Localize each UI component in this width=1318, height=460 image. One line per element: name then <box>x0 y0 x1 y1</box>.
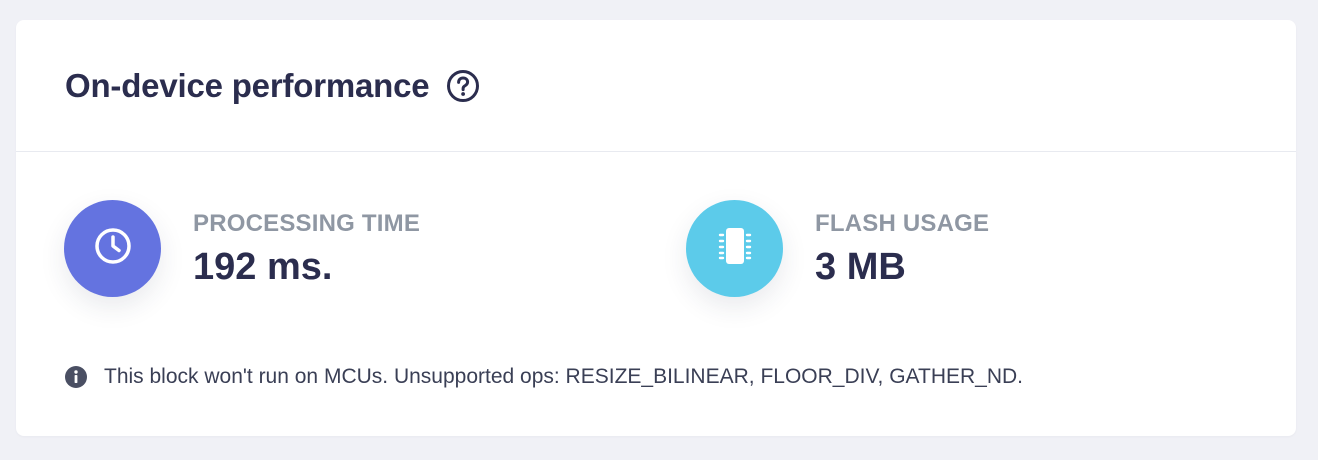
question-circle-icon[interactable] <box>446 69 480 103</box>
chip-icon <box>715 223 755 274</box>
metric-icon-badge <box>686 200 783 297</box>
metric-value: 3 MB <box>815 245 906 288</box>
metric-text: PROCESSING TIME 192 ms. <box>193 209 421 288</box>
processing-time-metric: PROCESSING TIME 192 ms. <box>64 200 420 297</box>
metric-value: 192 ms. <box>193 245 333 288</box>
clock-icon <box>93 226 133 271</box>
flash-usage-metric: FLASH USAGE 3 MB <box>686 200 989 297</box>
on-device-performance-card: On-device performance PROCESSING TIME 19… <box>16 20 1296 436</box>
metric-label: PROCESSING TIME <box>193 209 421 237</box>
metric-text: FLASH USAGE 3 MB <box>815 209 990 288</box>
note-text: This block won't run on MCUs. Unsupporte… <box>104 365 1024 388</box>
card-title: On-device performance <box>65 66 430 104</box>
card-header: On-device performance <box>16 20 1296 152</box>
metric-label: FLASH USAGE <box>815 209 990 237</box>
metric-icon-badge <box>64 200 161 297</box>
unsupported-ops-note: This block won't run on MCUs. Unsupporte… <box>64 365 1023 389</box>
info-icon <box>64 365 88 389</box>
